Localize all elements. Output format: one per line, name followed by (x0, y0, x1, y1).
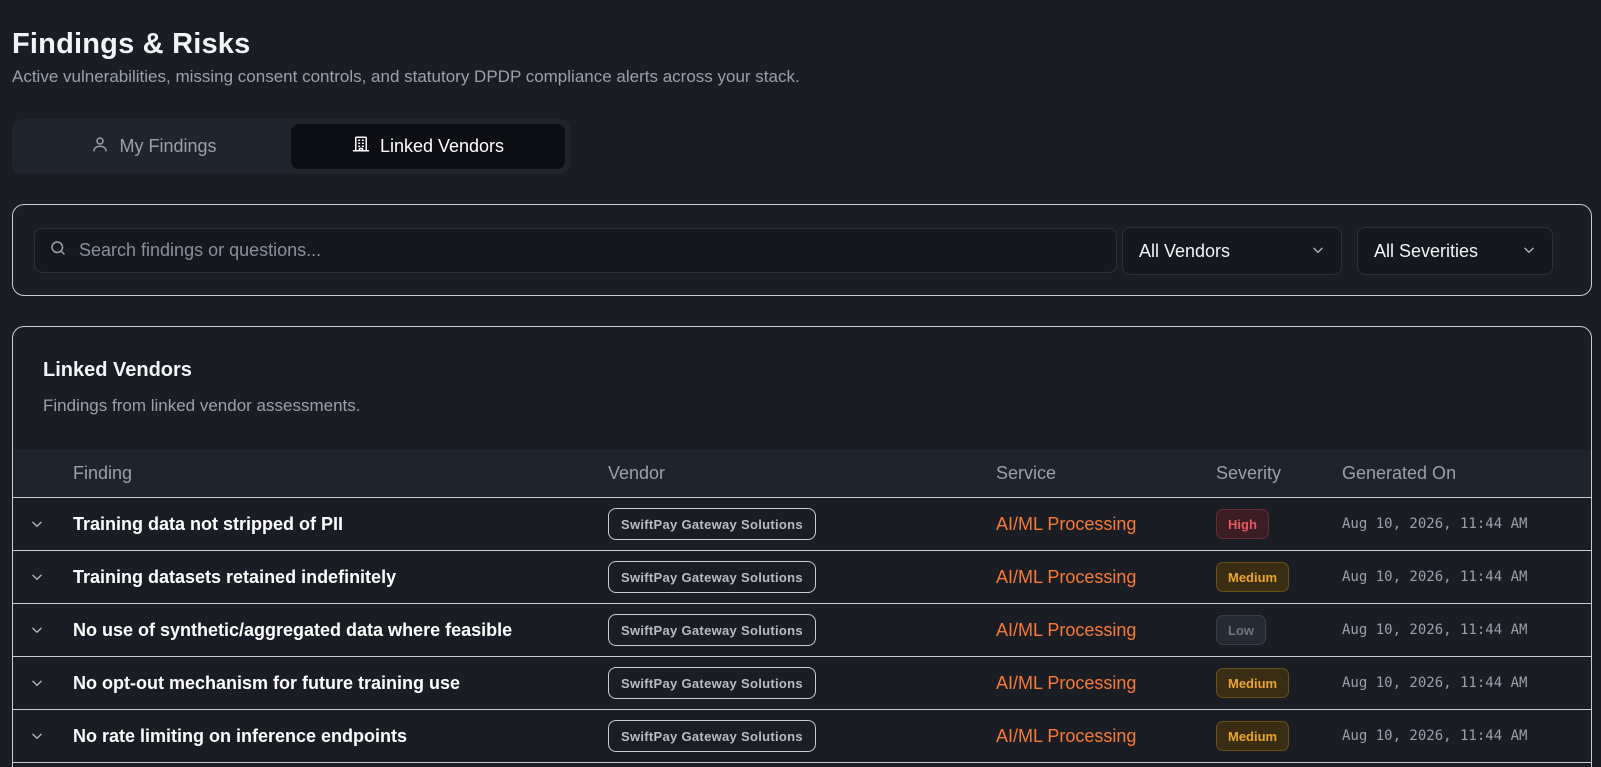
finding-title: No rate limiting on inference endpoints (73, 725, 408, 746)
search-input[interactable] (79, 240, 1116, 261)
severity-cell: Medium (1216, 710, 1290, 762)
table-row[interactable]: Training data not stripped of PII SwiftP… (13, 498, 1591, 551)
chevron-down-icon[interactable] (27, 657, 47, 709)
service-cell: AI/ML Processing (996, 725, 1137, 746)
service-cell: AI/ML Processing (996, 672, 1137, 693)
finding-title: No opt-out mechanism for future training… (73, 672, 461, 693)
table-header: Finding Vendor Service Severity Generate… (13, 449, 1591, 498)
chevron-down-icon[interactable] (27, 710, 47, 762)
vendor-cell: SwiftPay Gateway Solutions (608, 551, 816, 603)
generated-on-cell: Aug 10, 2026, 11:44 AM (1342, 622, 1528, 638)
severity-cell: Low (1216, 604, 1266, 656)
tab-label: Linked Vendors (379, 136, 505, 156)
table-row[interactable]: No opt-out mechanism for future training… (13, 657, 1591, 710)
vendor-cell: SwiftPay Gateway Solutions (608, 604, 816, 656)
severity-badge: Medium (1216, 562, 1290, 592)
generated-on-cell: Aug 10, 2026, 11:44 AM (1342, 728, 1528, 744)
table-row[interactable]: No use of synthetic/aggregated data wher… (13, 604, 1591, 657)
severity-select[interactable]: All Severities (1357, 227, 1553, 275)
severity-badge: Medium (1216, 668, 1290, 698)
page-subtitle: Active vulnerabilities, missing consent … (12, 67, 800, 86)
linked-vendors-card: Linked Vendors Findings from linked vend… (12, 326, 1592, 767)
tab-my-findings[interactable]: My Findings (17, 124, 291, 169)
severity-badge: High (1216, 509, 1269, 539)
vendor-badge[interactable]: SwiftPay Gateway Solutions (608, 667, 816, 699)
generated-on-cell: Aug 10, 2026, 11:44 AM (1342, 569, 1528, 585)
card-title: Linked Vendors (43, 359, 192, 381)
chevron-down-icon[interactable] (27, 604, 47, 656)
column-header-service: Service (996, 462, 1057, 483)
severity-cell: High (1216, 498, 1269, 550)
vendor-cell: SwiftPay Gateway Solutions (608, 657, 816, 709)
vendor-badge[interactable]: SwiftPay Gateway Solutions (608, 720, 816, 752)
vendor-badge[interactable]: SwiftPay Gateway Solutions (608, 614, 816, 646)
service-cell: AI/ML Processing (996, 566, 1137, 587)
generated-on-cell: Aug 10, 2026, 11:44 AM (1342, 516, 1528, 532)
tab-label: My Findings (119, 136, 217, 156)
service-cell: AI/ML Processing (996, 513, 1137, 534)
page-header: Findings & Risks Active vulnerabilities,… (12, 26, 800, 88)
severity-cell: Medium (1216, 551, 1290, 603)
table-row[interactable]: No rate limiting on inference endpoints … (13, 710, 1591, 763)
vendor-badge[interactable]: SwiftPay Gateway Solutions (608, 508, 816, 540)
generated-on-cell: Aug 10, 2026, 11:44 AM (1342, 675, 1528, 691)
building-icon (352, 135, 370, 158)
column-header-severity: Severity (1216, 462, 1282, 483)
column-header-finding: Finding (73, 462, 133, 483)
tab-linked-vendors[interactable]: Linked Vendors (291, 124, 565, 169)
search-box (34, 228, 1117, 273)
column-header-generated-on: Generated On (1342, 462, 1457, 483)
chevron-down-icon[interactable] (27, 498, 47, 550)
severity-cell: Medium (1216, 657, 1290, 709)
vendor-select-value: All Vendors (1139, 240, 1231, 261)
findings-tabs: My Findings Linked Vendors (12, 119, 570, 174)
vendor-cell: SwiftPay Gateway Solutions (608, 498, 816, 550)
table-row[interactable]: Training datasets retained indefinitely … (13, 551, 1591, 604)
finding-title: No use of synthetic/aggregated data wher… (73, 619, 513, 640)
severity-badge: Medium (1216, 721, 1290, 751)
search-icon (49, 239, 67, 262)
chevron-down-icon (1311, 241, 1325, 262)
column-header-vendor: Vendor (608, 462, 666, 483)
vendor-cell: SwiftPay Gateway Solutions (608, 710, 816, 762)
vendor-select[interactable]: All Vendors (1122, 227, 1342, 275)
card-subtitle: Findings from linked vendor assessments. (43, 396, 361, 415)
page-title: Findings & Risks (12, 28, 251, 60)
vendor-badge[interactable]: SwiftPay Gateway Solutions (608, 561, 816, 593)
chevron-down-icon[interactable] (27, 551, 47, 603)
severity-badge: Low (1216, 615, 1266, 645)
finding-title: Training datasets retained indefinitely (73, 566, 397, 587)
finding-title: Training data not stripped of PII (73, 513, 344, 534)
findings-table: Finding Vendor Service Severity Generate… (13, 449, 1591, 763)
chevron-down-icon (1522, 241, 1536, 262)
filter-bar: All Vendors All Severities (12, 204, 1592, 296)
user-icon (91, 135, 109, 158)
severity-select-value: All Severities (1374, 240, 1479, 261)
service-cell: AI/ML Processing (996, 619, 1137, 640)
